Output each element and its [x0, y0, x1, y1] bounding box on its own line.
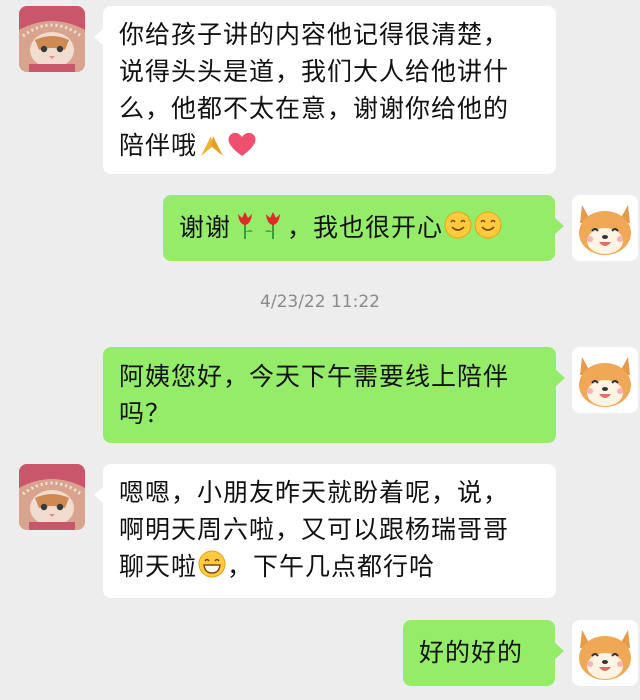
message-line: 聊天啦	[119, 552, 198, 581]
message-line: 你给孩子讲的内容他记得很清楚，	[119, 20, 510, 49]
shiba-avatar-icon	[572, 620, 638, 686]
message-line: 吗？	[119, 399, 172, 428]
message-text: 好的好的	[419, 638, 524, 667]
smiling-face-emoji-icon	[474, 211, 502, 239]
message-line: 说得头头是道，我们大人给他讲什	[119, 57, 510, 86]
message-line: 阿姨您好，今天下午需要线上陪伴	[119, 362, 510, 391]
smiling-face-emoji-icon	[444, 211, 472, 239]
contact-avatar[interactable]	[19, 6, 85, 72]
self-avatar[interactable]	[572, 195, 638, 261]
shiba-avatar-icon	[572, 347, 638, 413]
message-line: 啊明天周六啦，又可以跟杨瑞哥哥	[119, 515, 510, 544]
self-avatar[interactable]	[572, 347, 638, 413]
message-timestamp: 4/23/22 11:22	[260, 292, 380, 312]
message-line: 么，他都不太在意，谢谢你给他的	[119, 94, 510, 123]
tulip-emoji-icon	[238, 212, 254, 239]
message-bubble-incoming[interactable]: 你给孩子讲的内容他记得很清楚， 说得头头是道，我们大人给他讲什 么，他都不太在意…	[94, 6, 556, 174]
folded-hands-emoji-icon	[201, 136, 224, 156]
message-line: 嗯嗯，小朋友昨天就盼着呢，说，	[119, 478, 510, 507]
contact-avatar[interactable]	[19, 464, 85, 530]
message-bubble-outgoing[interactable]: 好的好的	[403, 620, 564, 686]
cat-avatar-icon	[19, 6, 85, 72]
self-avatar[interactable]	[572, 620, 638, 686]
tulip-emoji-icon	[265, 212, 281, 239]
message-line: ，下午几点都行哈	[227, 552, 436, 581]
grinning-face-emoji-icon	[198, 550, 226, 578]
message-text: 谢谢	[179, 213, 232, 242]
heart-emoji-icon	[228, 132, 256, 156]
message-bubble-incoming[interactable]: 嗯嗯，小朋友昨天就盼着呢，说， 啊明天周六啦，又可以跟杨瑞哥哥 聊天啦 ，下午几点…	[94, 464, 556, 598]
message-bubble-outgoing[interactable]: 谢谢 ，我也很开心	[163, 195, 564, 261]
message-bubble-outgoing[interactable]: 阿姨您好，今天下午需要线上陪伴 吗？	[103, 347, 565, 443]
cat-avatar-icon	[19, 464, 85, 530]
message-text: ，我也很开心	[287, 213, 444, 242]
message-line: 陪伴哦	[119, 131, 198, 160]
shiba-avatar-icon	[572, 195, 638, 261]
